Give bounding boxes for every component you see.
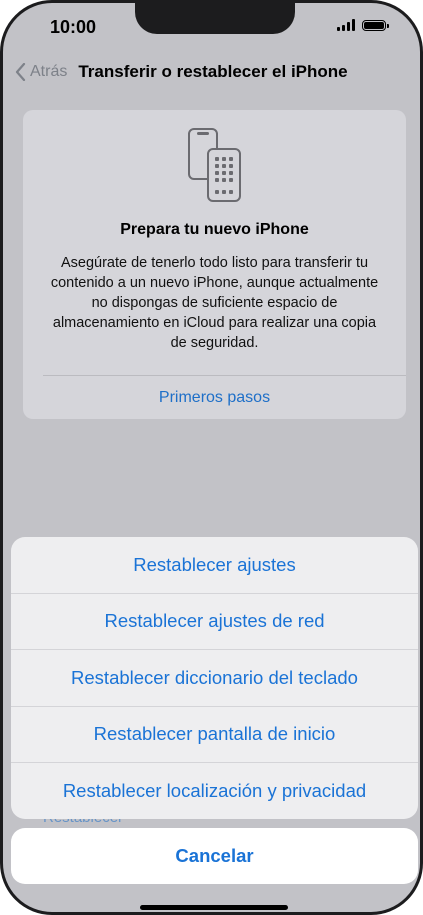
new-iphone-card: Prepara tu nuevo iPhone Asegúrate de ten… xyxy=(23,110,406,419)
signal-icon xyxy=(337,19,355,31)
reset-keyboard-dictionary-option[interactable]: Restablecer diccionario del teclado xyxy=(11,650,418,707)
two-phones-icon xyxy=(188,128,241,202)
card-body-text: Asegúrate de tenerlo todo listo para tra… xyxy=(50,255,379,351)
phone-screen: 10:00 Atrás Transferir o restablecer el … xyxy=(0,0,423,915)
battery-icon xyxy=(362,19,389,31)
reset-network-settings-option[interactable]: Restablecer ajustes de red xyxy=(11,594,418,650)
cancel-button[interactable]: Cancelar xyxy=(11,828,418,884)
back-label: Atrás xyxy=(30,63,68,80)
notch xyxy=(135,3,295,34)
status-icons xyxy=(337,19,389,31)
back-button[interactable]: Atrás xyxy=(15,63,67,81)
chevron-left-icon xyxy=(15,63,26,81)
action-sheet: Restablecer ajustes Restablecer ajustes … xyxy=(11,537,418,819)
status-time: 10:00 xyxy=(50,17,97,37)
reset-settings-option[interactable]: Restablecer ajustes xyxy=(11,537,418,594)
reset-home-screen-option[interactable]: Restablecer pantalla de inicio xyxy=(11,707,418,763)
reset-location-privacy-option[interactable]: Restablecer localización y privacidad xyxy=(11,763,418,819)
divider xyxy=(43,375,406,376)
page-title: Transferir o restablecer el iPhone xyxy=(78,62,348,81)
card-heading: Prepara tu nuevo iPhone xyxy=(120,221,309,238)
home-indicator xyxy=(140,905,288,910)
navigation-bar: Atrás Transferir o restablecer el iPhone xyxy=(15,60,410,84)
get-started-link[interactable]: Primeros pasos xyxy=(23,389,406,407)
